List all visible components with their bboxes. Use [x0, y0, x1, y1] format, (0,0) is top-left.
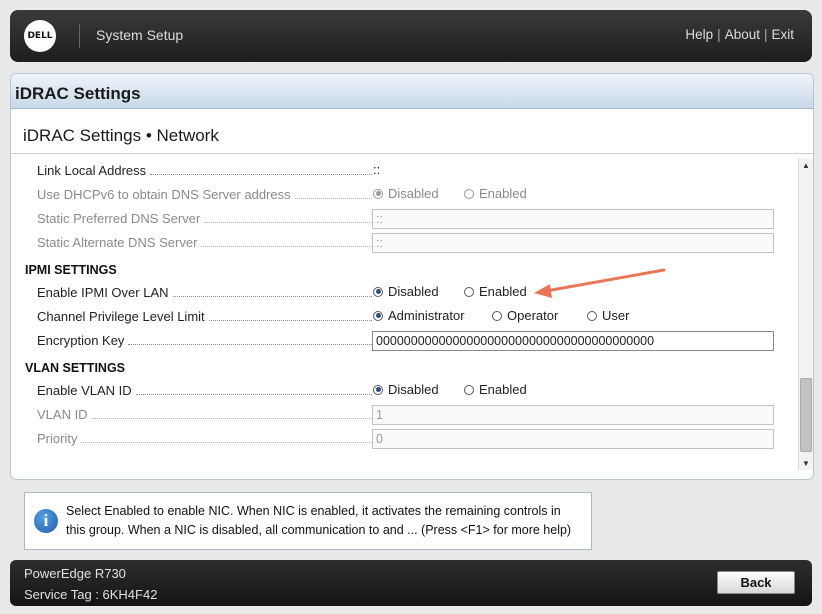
radio-label: Enabled — [479, 382, 527, 397]
alt-dns-field[interactable]: :: — [372, 233, 774, 253]
leader-dots — [135, 385, 372, 395]
vlan-id-row: VLAN ID — [37, 405, 372, 423]
ipmi-disabled-radio[interactable]: Disabled — [373, 284, 439, 299]
radio-label: Enabled — [479, 186, 527, 201]
page-title: iDRAC Settings • Network — [23, 126, 219, 145]
top-header: DELL System Setup Help | About | Exit — [10, 10, 812, 62]
vlan-section-heading: VLAN SETTINGS — [25, 361, 126, 375]
leader-dots — [294, 189, 372, 199]
pref-dns-label: Static Preferred DNS Server — [37, 210, 201, 226]
logo-text: DELL — [27, 31, 53, 41]
vlan-enable-label: Enable VLAN ID — [37, 382, 132, 398]
help-link[interactable]: Help — [685, 27, 713, 42]
radio-label: User — [602, 308, 630, 323]
pref-dns-row: Static Preferred DNS Server — [37, 209, 372, 227]
radio-dot-icon — [373, 310, 383, 321]
leader-dots — [91, 409, 372, 419]
vlan-enabled-radio[interactable]: Enabled — [464, 382, 527, 397]
leader-dots — [150, 165, 372, 175]
annotation-arrow-icon — [534, 268, 666, 298]
leader-dots — [208, 311, 372, 321]
help-box: i Select Enabled to enable NIC. When NIC… — [24, 492, 592, 550]
ipmi-enable-label: Enable IPMI Over LAN — [37, 284, 169, 300]
encryption-key-row: Encryption Key — [37, 331, 372, 349]
radio-dot-icon — [373, 384, 383, 395]
help-text: Select Enabled to enable NIC. When NIC i… — [66, 502, 586, 540]
vertical-scrollbar[interactable]: ▲ ▼ — [798, 158, 813, 470]
privilege-operator-radio[interactable]: Operator — [492, 308, 558, 323]
link-local-value: :: — [373, 162, 381, 177]
encryption-key-field[interactable]: 0000000000000000000000000000000000000000 — [372, 331, 774, 351]
link-separator: | — [717, 27, 721, 42]
leader-dots — [128, 335, 372, 345]
radio-label: Operator — [507, 308, 559, 323]
footer-bar: PowerEdge R730 Service Tag : 6KH4F42 Bac… — [10, 560, 812, 606]
scroll-down-icon[interactable]: ▼ — [799, 456, 813, 470]
back-button[interactable]: Back — [717, 571, 795, 594]
radio-dot-icon — [464, 384, 474, 395]
vlan-id-label: VLAN ID — [37, 406, 88, 422]
privilege-label: Channel Privilege Level Limit — [37, 308, 205, 324]
radio-label: Enabled — [479, 284, 527, 299]
leader-dots — [201, 237, 372, 247]
settings-panel: iDRAC Settings iDRAC Settings • Network … — [10, 73, 814, 480]
vlan-enable-row: Enable VLAN ID — [37, 381, 372, 399]
help-line-2: this group. When a NIC is disabled, all … — [66, 523, 572, 537]
ipmi-section-heading: IPMI SETTINGS — [25, 263, 117, 277]
vlan-id-field[interactable]: 1 — [372, 405, 774, 425]
radio-dot-icon — [373, 188, 383, 199]
info-icon: i — [34, 509, 58, 533]
link-local-row: Link Local Address — [37, 161, 372, 179]
panel-title: iDRAC Settings — [11, 74, 813, 109]
alt-dns-row: Static Alternate DNS Server — [37, 233, 372, 251]
vlan-disabled-radio[interactable]: Disabled — [373, 382, 439, 397]
radio-dot-icon — [492, 310, 502, 321]
title-divider — [11, 153, 813, 154]
header-divider — [79, 24, 80, 48]
leader-dots — [172, 287, 372, 297]
radio-dot-icon — [464, 286, 474, 297]
privilege-row: Channel Privilege Level Limit — [37, 307, 372, 325]
privilege-user-radio[interactable]: User — [587, 308, 629, 323]
radio-dot-icon — [464, 188, 474, 199]
priority-field[interactable]: 0 — [372, 429, 774, 449]
about-link[interactable]: About — [725, 27, 760, 42]
radio-label: Disabled — [388, 284, 439, 299]
leader-dots — [81, 433, 372, 443]
leader-dots — [204, 213, 372, 223]
radio-label: Administrator — [388, 308, 465, 323]
dhcpv6-disabled-radio[interactable]: Disabled — [373, 186, 439, 201]
dhcpv6-enabled-radio[interactable]: Enabled — [464, 186, 527, 201]
scrollbar-thumb[interactable] — [800, 378, 812, 452]
exit-link[interactable]: Exit — [771, 27, 794, 42]
service-tag: Service Tag : 6KH4F42 — [24, 587, 158, 602]
radio-dot-icon — [373, 286, 383, 297]
scroll-up-icon[interactable]: ▲ — [799, 158, 813, 172]
radio-label: Disabled — [388, 186, 439, 201]
top-links: Help | About | Exit — [685, 27, 794, 42]
model-name: PowerEdge R730 — [24, 566, 126, 581]
ipmi-enabled-radio[interactable]: Enabled — [464, 284, 527, 299]
priority-row: Priority — [37, 429, 372, 447]
link-local-label: Link Local Address — [37, 162, 147, 178]
dhcpv6-label: Use DHCPv6 to obtain DNS Server address — [37, 186, 291, 202]
link-separator: | — [763, 27, 768, 42]
radio-dot-icon — [587, 310, 597, 321]
help-line-1: Select Enabled to enable NIC. When NIC i… — [66, 504, 561, 518]
dhcpv6-row: Use DHCPv6 to obtain DNS Server address — [37, 185, 372, 203]
encryption-key-label: Encryption Key — [37, 332, 125, 348]
alt-dns-label: Static Alternate DNS Server — [37, 234, 198, 250]
privilege-administrator-radio[interactable]: Administrator — [373, 308, 465, 323]
ipmi-enable-row: Enable IPMI Over LAN — [37, 283, 372, 301]
dell-logo: DELL — [24, 20, 56, 52]
app-title: System Setup — [96, 27, 184, 43]
pref-dns-field[interactable]: :: — [372, 209, 774, 229]
priority-label: Priority — [37, 430, 78, 446]
radio-label: Disabled — [388, 382, 439, 397]
